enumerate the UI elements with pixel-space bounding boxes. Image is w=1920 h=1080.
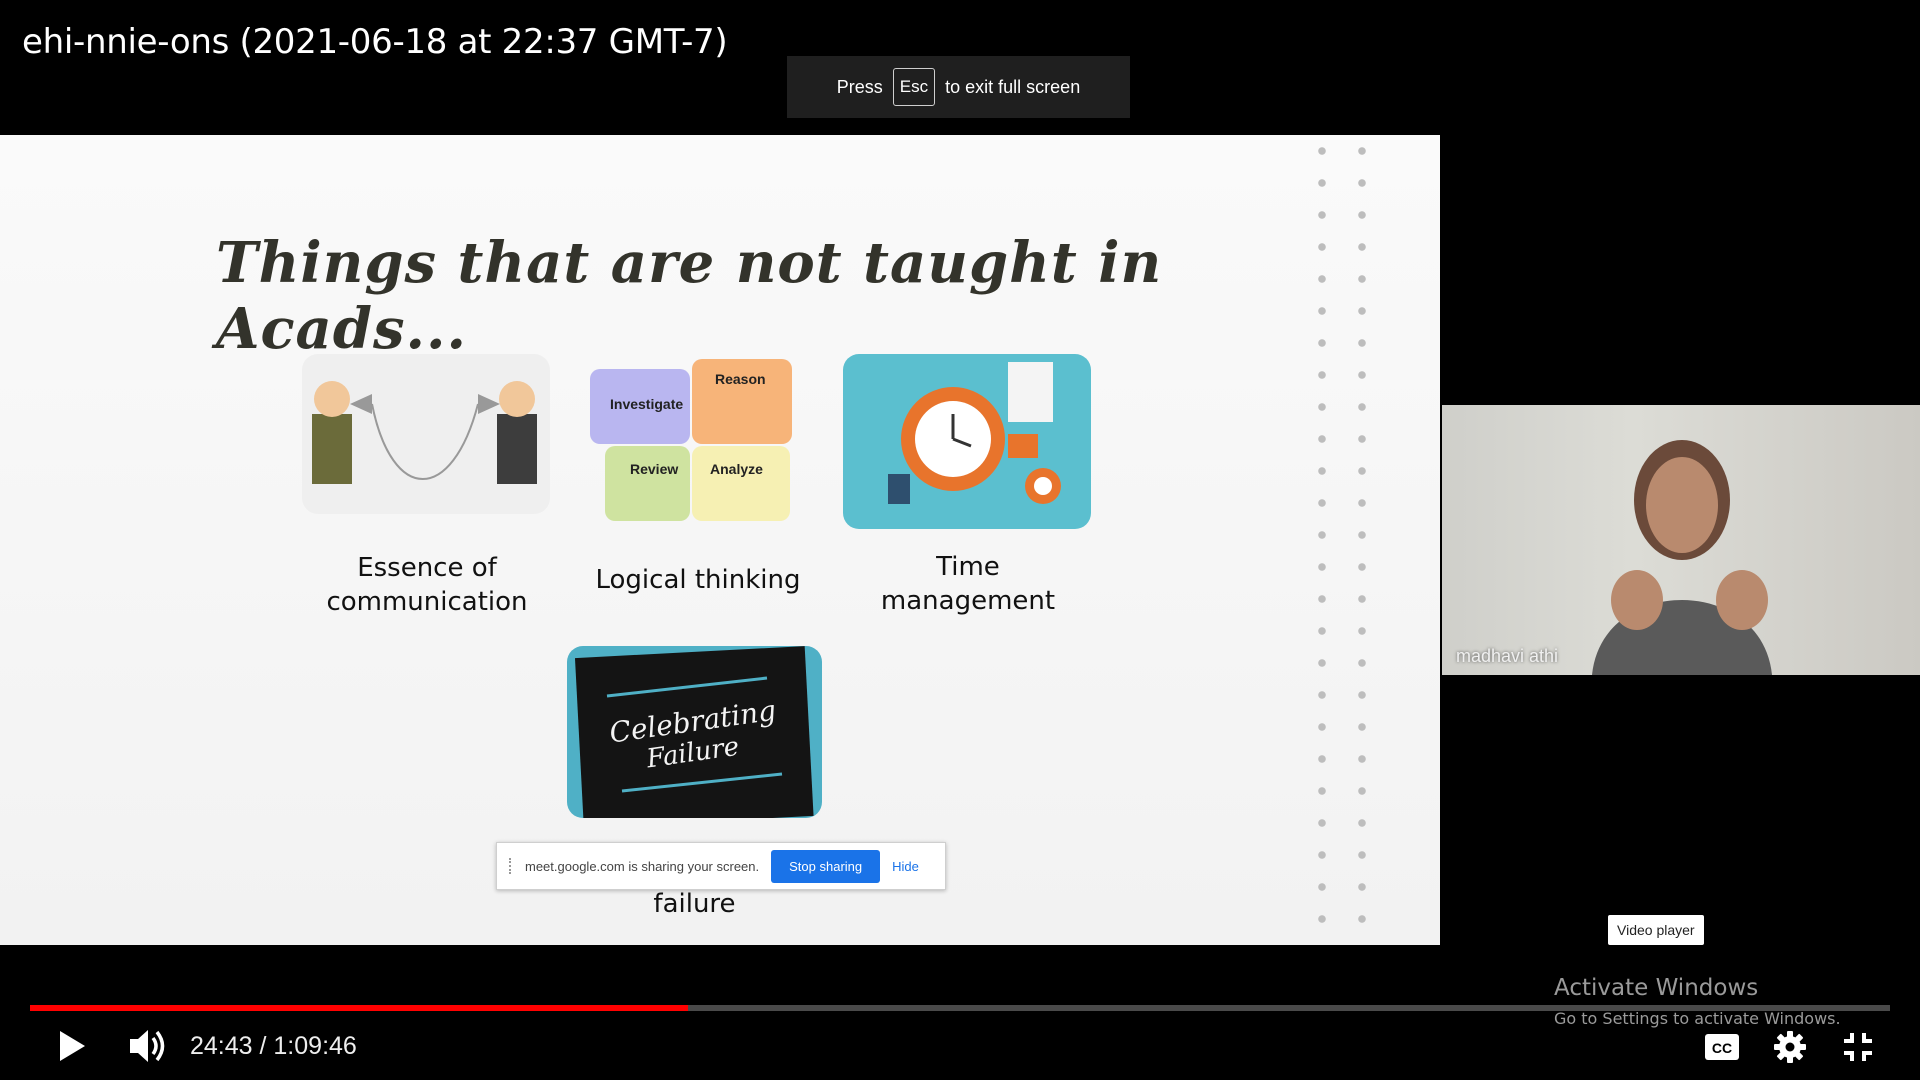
fullscreen-notice: Press Esc to exit full screen [787, 56, 1130, 118]
celebrating-failure-image: Celebrating Failure [567, 646, 822, 818]
card-communication: Essence of communication [302, 354, 552, 624]
exit-fullscreen-button[interactable] [1838, 1028, 1878, 1066]
participant-silhouette [1592, 440, 1772, 675]
card-logical-thinking: Investigate Reason Review Analyze Logica… [578, 354, 818, 624]
caption-line: Time [936, 552, 1000, 582]
captions-icon: CC [1705, 1034, 1739, 1060]
video-title: ehi-nnie-ons (2021-06-18 at 22:37 GMT-7) [22, 22, 728, 62]
volume-icon [130, 1030, 165, 1062]
card-failure: Celebrating Failure failure [567, 646, 827, 936]
exit-fullscreen-icon [1844, 1033, 1872, 1061]
logical-thinking-caption: Logical thinking [578, 563, 818, 597]
decorative-dots-right [1355, 135, 1369, 945]
card-time-management: Time management [843, 354, 1093, 624]
time-management-image [843, 354, 1091, 529]
settings-gear-icon [1774, 1031, 1806, 1063]
video-player-tooltip: Video player [1608, 915, 1704, 945]
watermark-line-2: Go to Settings to activate Windows. [1554, 1009, 1841, 1028]
progress-played [30, 1005, 689, 1011]
svg-text:CC: CC [1712, 1040, 1732, 1056]
caption-line: Essence of [357, 553, 497, 583]
slide-title: Things that are not taught in Acads... [216, 230, 1163, 362]
caption-line: Logical thinking [595, 565, 801, 595]
hide-share-bar-link[interactable]: Hide [892, 859, 919, 874]
failure-caption: failure [567, 887, 822, 921]
time-total: 1:09:46 [273, 1032, 357, 1060]
progress-bar[interactable] [30, 1005, 1890, 1011]
time-management-caption: Time management [843, 550, 1093, 618]
activate-windows-watermark: Activate Windows Go to Settings to activ… [1554, 975, 1841, 1028]
caption-line: management [880, 586, 1056, 616]
communication-image [302, 354, 550, 514]
play-button[interactable] [52, 1028, 92, 1064]
play-icon [60, 1031, 85, 1061]
time-separator: / [252, 1032, 274, 1060]
share-message: meet.google.com is sharing your screen. [525, 858, 760, 874]
puzzle-image: Investigate Reason Review Analyze [580, 354, 812, 524]
stop-sharing-button[interactable]: Stop sharing [771, 849, 881, 883]
captions-button[interactable]: CC [1702, 1030, 1742, 1064]
communication-caption: Essence of communication [302, 551, 552, 619]
drag-handle[interactable] [509, 858, 515, 874]
decorative-dots-left [1315, 135, 1329, 945]
caption-line: communication [326, 587, 528, 617]
settings-button[interactable] [1770, 1028, 1810, 1066]
esc-key-hint: Esc [892, 68, 936, 106]
time-display: 24:43 / 1:09:46 [190, 1032, 357, 1061]
screen-share-bar: meet.google.com is sharing your screen. … [496, 842, 946, 890]
fullscreen-notice-rest: to exit full screen [945, 76, 1081, 97]
time-current: 24:43 [190, 1032, 253, 1060]
puzzle-label-review: Review [630, 461, 678, 477]
mute-button[interactable] [126, 1026, 170, 1066]
participant-video: madhavi athi [1442, 405, 1920, 675]
shared-slide: Things that are not taught in Acads... E… [0, 135, 1440, 945]
watermark-line-1: Activate Windows [1554, 975, 1759, 1001]
participant-name: madhavi athi [1456, 646, 1559, 666]
fullscreen-notice-press: Press [836, 76, 883, 97]
puzzle-label-reason: Reason [715, 371, 766, 387]
puzzle-label-investigate: Investigate [610, 396, 683, 412]
caption-line: failure [653, 889, 736, 919]
puzzle-label-analyze: Analyze [710, 461, 763, 477]
